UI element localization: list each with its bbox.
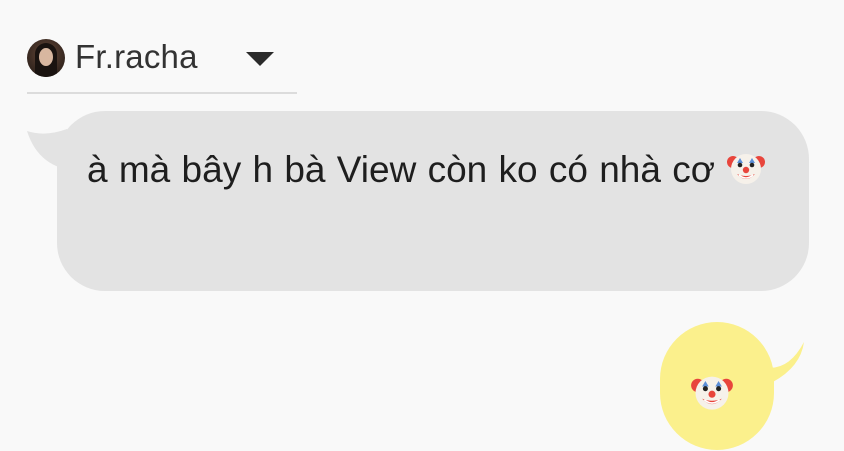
chat-view: Fr.racha à mà bây h bà View còn ko có nh… — [0, 0, 844, 451]
avatar-face — [39, 48, 53, 66]
outgoing-message-bubble[interactable] — [660, 322, 804, 450]
clown-face-icon — [691, 376, 733, 410]
message-text: à mà bây h bà View còn ko có nhà cơ — [87, 149, 715, 190]
bubble-tail — [750, 342, 804, 388]
sender-name[interactable]: Fr.racha — [75, 36, 198, 78]
clown-face-icon — [727, 154, 766, 185]
incoming-message-bubble[interactable]: à mà bây h bà View còn ko có nhà cơ — [27, 111, 809, 291]
chevron-down-icon[interactable] — [246, 52, 274, 66]
sender-header[interactable]: Fr.racha — [27, 36, 297, 94]
message-text-container: à mà bây h bà View còn ko có nhà cơ — [87, 137, 769, 203]
avatar[interactable] — [27, 39, 65, 77]
